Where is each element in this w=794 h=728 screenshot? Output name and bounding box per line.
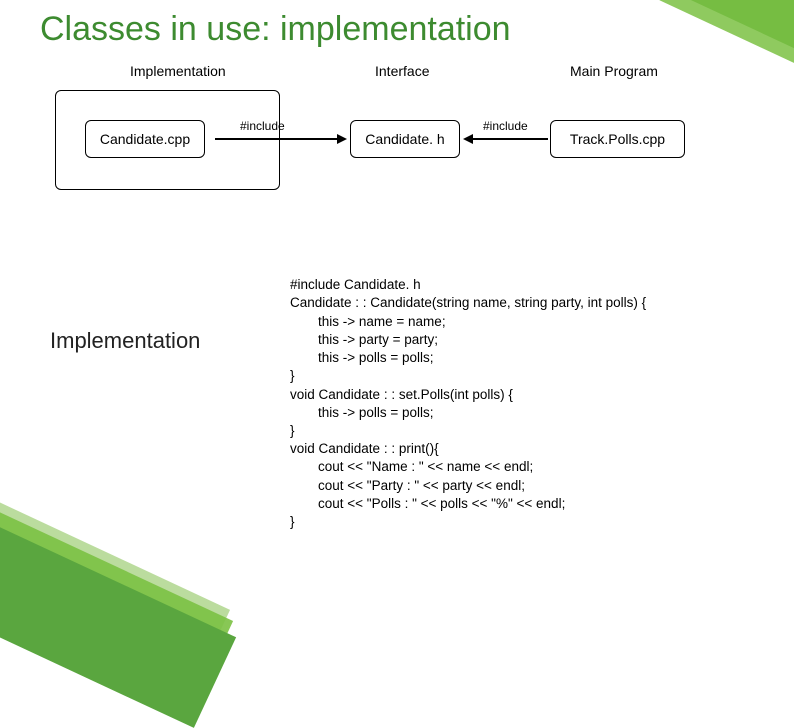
arrowhead-icon bbox=[463, 134, 473, 144]
diagram-arrow-label-1: #include bbox=[240, 119, 285, 133]
code-line: this -> polls = polls; bbox=[290, 404, 770, 422]
diagram-box-candidate-cpp: Candidate.cpp bbox=[85, 120, 205, 158]
code-line: } bbox=[290, 514, 295, 529]
diagram-box-trackpolls-cpp: Track.Polls.cpp bbox=[550, 120, 685, 158]
architecture-diagram: Implementation Interface Main Program Ca… bbox=[50, 55, 740, 235]
code-line: } bbox=[290, 368, 295, 383]
diagram-box-candidate-h: Candidate. h bbox=[350, 120, 460, 158]
slide-title: Classes in use: implementation bbox=[40, 10, 511, 49]
diagram-label-interface: Interface bbox=[375, 63, 429, 79]
code-line: #include Candidate. h bbox=[290, 277, 421, 292]
diagram-arrow-label-2: #include bbox=[483, 119, 528, 133]
section-heading-implementation: Implementation bbox=[50, 328, 200, 354]
code-line: void Candidate : : print(){ bbox=[290, 441, 439, 456]
code-line: cout << "Party : " << party << endl; bbox=[290, 477, 770, 495]
code-line: void Candidate : : set.Polls(int polls) … bbox=[290, 387, 513, 402]
code-line: } bbox=[290, 423, 295, 438]
arrowhead-icon bbox=[337, 134, 347, 144]
code-block: #include Candidate. h Candidate : : Cand… bbox=[290, 258, 770, 531]
diagram-arrow-include-1 bbox=[215, 138, 337, 140]
diagram-label-main: Main Program bbox=[570, 63, 658, 79]
decoration-bottom-left bbox=[0, 425, 250, 605]
code-line: cout << "Polls : " << polls << "%" << en… bbox=[290, 495, 770, 513]
code-line: this -> party = party; bbox=[290, 331, 770, 349]
code-line: Candidate : : Candidate(string name, str… bbox=[290, 295, 646, 310]
code-line: this -> name = name; bbox=[290, 313, 770, 331]
code-line: cout << "Name : " << name << endl; bbox=[290, 458, 770, 476]
code-line: this -> polls = polls; bbox=[290, 349, 770, 367]
diagram-label-implementation: Implementation bbox=[130, 63, 226, 79]
diagram-arrow-include-2 bbox=[473, 138, 548, 140]
